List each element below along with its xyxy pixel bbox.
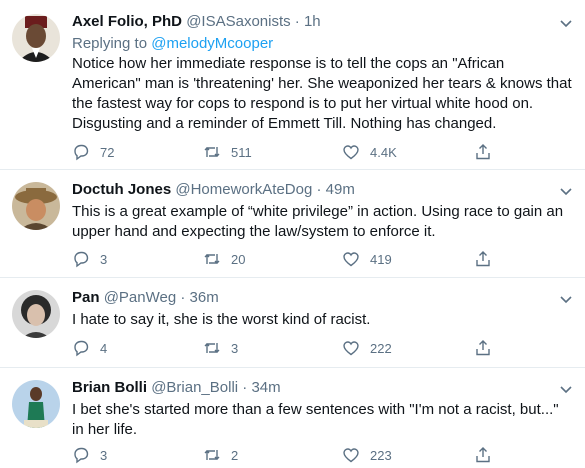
retweet-icon [204,343,220,353]
tweet-text: I hate to say it, she is the worst kind … [72,311,371,328]
share-icon [476,447,490,463]
chevron-down-icon[interactable] [557,380,575,398]
user-handle[interactable]: @PanWeg [104,289,177,306]
tweet-text: I bet she's started more than a few sent… [72,401,559,438]
chevron-down-icon[interactable] [557,182,575,200]
retweet-icon [204,254,220,264]
retweet-count: 511 [231,144,252,160]
share-button[interactable] [474,339,502,357]
like-button[interactable]: 223 [342,446,392,464]
timestamp[interactable]: 49m [326,181,355,198]
heart-icon [343,252,359,267]
retweet-button[interactable]: 3 [203,339,238,357]
tweet[interactable]: Doctuh Jones @HomeworkAteDog · 49m This … [0,170,585,278]
reply-icon [74,447,89,464]
tweet-actions: 3 20 419 [72,250,512,270]
share-icon [476,340,490,356]
separator-dot: · [316,181,322,198]
retweet-count: 3 [231,340,239,356]
reply-icon [74,251,89,268]
share-button[interactable] [474,143,502,161]
retweet-icon [204,147,220,157]
retweet-count: 2 [231,447,239,463]
retweet-icon [204,450,220,460]
tweet-text: This is a great example of “white privil… [72,203,564,240]
replying-to-label: Replying to [72,35,148,52]
retweet-button[interactable]: 20 [203,250,245,268]
user-handle[interactable]: @Brian_Bolli [151,379,238,396]
share-button[interactable] [474,446,502,464]
tweet-header: Pan @PanWeg · 36m [72,288,219,308]
avatar[interactable] [12,290,60,338]
like-button[interactable]: 222 [342,339,392,357]
reply-count: 72 [100,144,115,160]
tweet-header: Brian Bolli @Brian_Bolli · 34m [72,378,281,398]
tweet-actions: 4 3 222 [72,339,512,359]
heart-icon [343,448,359,463]
tweet-actions: 3 2 223 [72,446,512,466]
tweet-actions: 72 511 4.4K [72,143,512,163]
tweet[interactable]: Pan @PanWeg · 36m I hate to say it, she … [0,278,585,368]
replying-to: Replying to @melodyMcooper [72,34,273,54]
avatar[interactable] [12,380,60,428]
reply-count: 4 [100,340,108,356]
reply-button[interactable]: 3 [72,250,107,268]
share-icon [476,251,490,267]
tweet-header: Doctuh Jones @HomeworkAteDog · 49m [72,180,355,200]
like-button[interactable]: 4.4K [342,143,397,161]
reply-icon [74,340,89,357]
reply-thread: Axel Folio, PhD @ISASaxonists · 1h Reply… [0,0,585,468]
user-handle[interactable]: @ISASaxonists [186,13,290,30]
timestamp[interactable]: 34m [251,379,280,396]
share-icon [476,144,490,160]
reply-count: 3 [100,251,108,267]
reply-button[interactable]: 4 [72,339,107,357]
reply-button[interactable]: 72 [72,143,114,161]
heart-icon [343,145,359,160]
like-count: 222 [370,340,392,356]
reply-to-handle-link[interactable]: @melodyMcooper [151,35,273,52]
share-button[interactable] [474,250,502,268]
separator-dot: · [294,13,300,30]
reply-count: 3 [100,447,108,463]
display-name[interactable]: Doctuh Jones [72,181,171,198]
retweet-button[interactable]: 511 [203,143,252,161]
tweet-text: Notice how her immediate response is to … [72,55,572,132]
like-count: 4.4K [370,144,397,160]
separator-dot: · [242,379,248,396]
like-button[interactable]: 419 [342,250,392,268]
chevron-down-icon[interactable] [557,14,575,32]
tweet[interactable]: Brian Bolli @Brian_Bolli · 34m I bet she… [0,368,585,468]
separator-dot: · [180,289,186,306]
chevron-down-icon[interactable] [557,290,575,308]
tweet[interactable]: Axel Folio, PhD @ISASaxonists · 1h Reply… [0,0,585,170]
retweet-button[interactable]: 2 [203,446,238,464]
avatar[interactable] [12,182,60,230]
display-name[interactable]: Axel Folio, PhD [72,13,182,30]
display-name[interactable]: Pan [72,289,100,306]
like-count: 419 [370,251,392,267]
timestamp[interactable]: 36m [190,289,219,306]
avatar[interactable] [12,14,60,62]
like-count: 223 [370,447,392,463]
reply-icon [74,144,89,161]
timestamp[interactable]: 1h [304,13,321,30]
tweet-header: Axel Folio, PhD @ISASaxonists · 1h [72,12,321,32]
display-name[interactable]: Brian Bolli [72,379,147,396]
reply-button[interactable]: 3 [72,446,107,464]
heart-icon [343,341,359,356]
retweet-count: 20 [231,251,246,267]
user-handle[interactable]: @HomeworkAteDog [175,181,312,198]
